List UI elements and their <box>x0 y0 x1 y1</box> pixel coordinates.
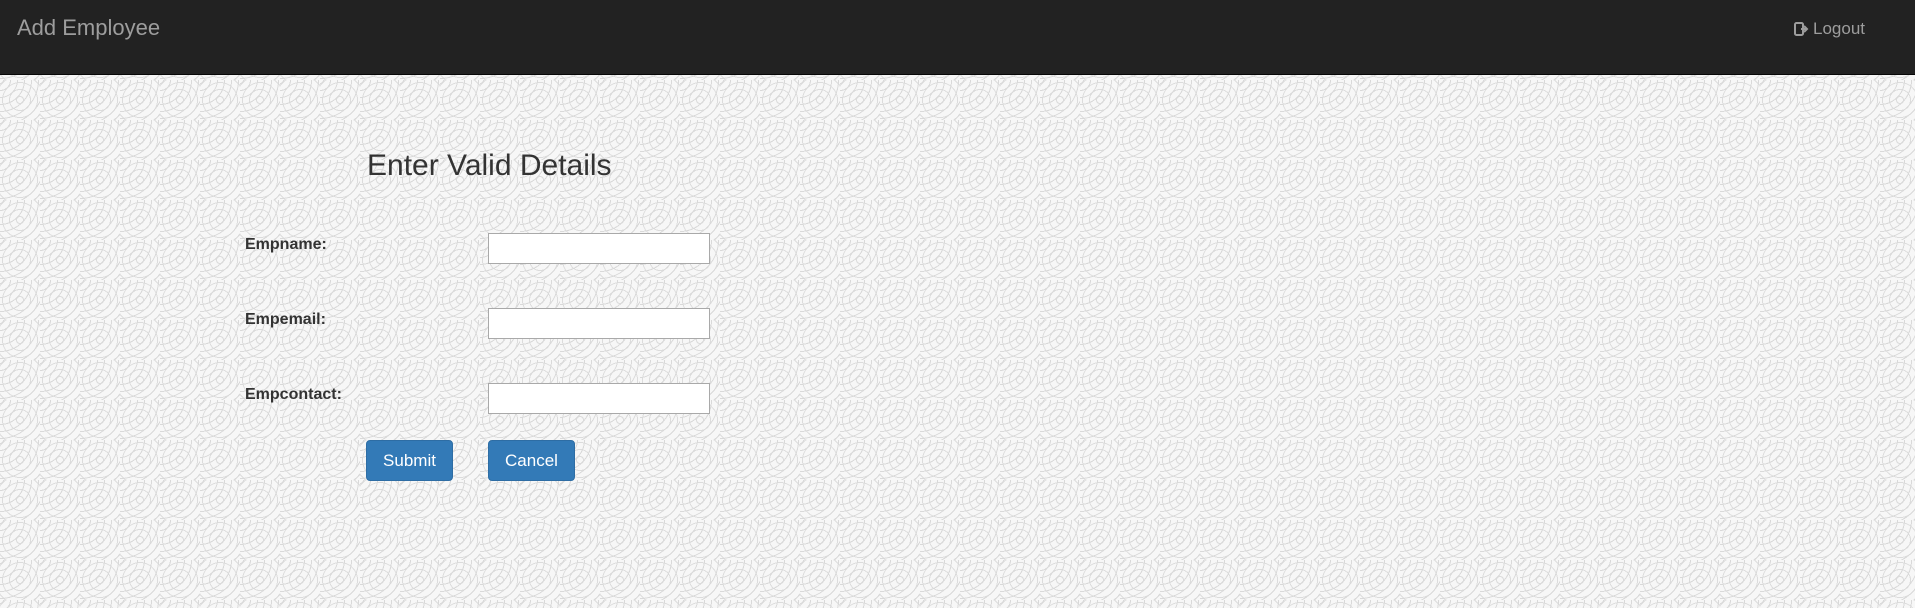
empname-label: Empname: <box>245 236 327 253</box>
empcontact-input[interactable] <box>488 383 710 414</box>
empemail-input[interactable] <box>488 308 710 339</box>
submit-button[interactable]: Submit <box>366 440 453 481</box>
empname-input[interactable] <box>488 233 710 264</box>
logout-link[interactable]: Logout <box>1794 18 1865 40</box>
empemail-label: Empemail: <box>245 311 326 328</box>
navbar: Add Employee Logout <box>0 0 1915 75</box>
empcontact-label: Empcontact: <box>245 386 342 403</box>
cancel-button[interactable]: Cancel <box>488 440 575 481</box>
navbar-brand[interactable]: Add Employee <box>17 15 160 41</box>
log-out-icon <box>1794 22 1809 36</box>
logout-label: Logout <box>1813 19 1865 38</box>
form-title: Enter Valid Details <box>367 149 612 182</box>
